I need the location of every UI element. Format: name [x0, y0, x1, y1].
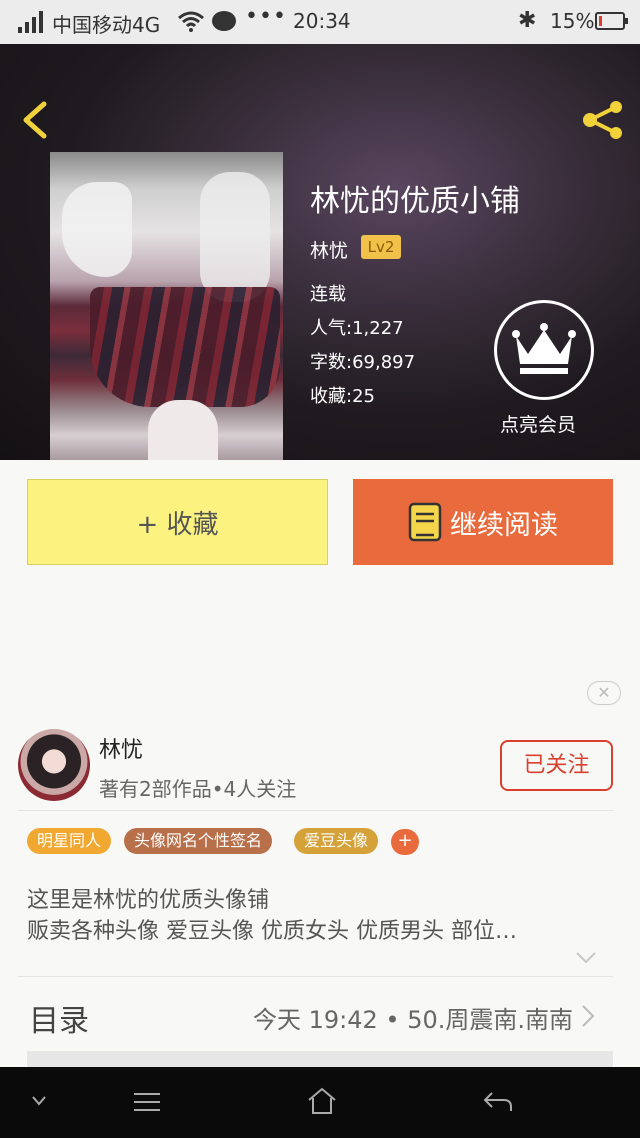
description-line-1: 这里是林忧的优质头像铺 [27, 888, 270, 913]
vip-crown-button[interactable] [494, 300, 594, 400]
follow-button[interactable]: 已关注 [500, 740, 613, 791]
vip-label[interactable]: 点亮会员 [500, 410, 576, 437]
favorites-label: 收藏: [310, 386, 353, 407]
divider [18, 810, 613, 811]
chevron-right-icon[interactable] [580, 1004, 596, 1028]
back-arrow-icon[interactable] [18, 100, 50, 140]
bluetooth-icon: ✱ [518, 8, 537, 33]
status-bar: 中国移动4G ••• 20:34 ✱ 15% [0, 0, 640, 44]
crown-icon [512, 323, 576, 374]
signal-icon [18, 11, 46, 33]
back-icon[interactable] [482, 1089, 514, 1115]
close-ad-button[interactable]: ✕ [587, 681, 621, 705]
book-cover-image[interactable] [50, 152, 283, 460]
chevron-down-icon[interactable] [575, 950, 597, 966]
word-count-label: 字数: [310, 352, 353, 373]
favorites-row: 收藏:25 [310, 382, 375, 408]
battery-level-fill [599, 16, 602, 26]
tag-chip[interactable]: 头像网名个性签名 [124, 828, 273, 854]
tag-chip[interactable]: 明星同人 [27, 828, 112, 854]
popularity-value: 1,227 [352, 318, 404, 339]
continue-reading-button[interactable]: 继续阅读 [353, 479, 613, 565]
next-section-strip [27, 1051, 613, 1067]
author-stats: 著有2部作品•4人关注 [99, 777, 297, 801]
author-level-badge: Lv2 [361, 235, 401, 259]
more-notifications-icon: ••• [245, 4, 287, 29]
clock: 20:34 [293, 9, 351, 33]
book-icon [408, 502, 442, 542]
carrier-label: 中国移动4G [52, 13, 161, 37]
description-line-2: 贩卖各种头像 爱豆头像 优质女头 优质男头 部位… [27, 919, 517, 944]
divider [18, 976, 613, 977]
book-author[interactable]: 林忧 [310, 236, 348, 263]
catalog-label[interactable]: 目录 [29, 996, 89, 1040]
battery-icon [595, 12, 628, 30]
share-icon[interactable] [580, 100, 626, 140]
popularity-row: 人气:1,227 [310, 314, 404, 340]
author-name[interactable]: 林忧 [99, 732, 143, 764]
favorites-value: 25 [352, 386, 375, 407]
chevron-down-icon[interactable] [30, 1095, 48, 1107]
message-icon [212, 11, 236, 31]
add-to-favorites-button[interactable]: + 收藏 [27, 479, 328, 565]
book-header: 林忧的优质小铺 林忧 Lv2 连载 人气:1,227 字数:69,897 收藏:… [0, 44, 640, 460]
word-count-row: 字数:69,897 [310, 348, 415, 374]
wifi-icon [178, 11, 204, 32]
continue-reading-label: 继续阅读 [450, 509, 558, 541]
menu-icon[interactable] [132, 1090, 162, 1114]
add-tag-button[interactable]: + [391, 829, 419, 855]
popularity-label: 人气: [310, 318, 353, 339]
tag-chip[interactable]: 爱豆头像 [294, 828, 379, 854]
battery-percent: 15% [550, 9, 595, 33]
latest-chapter[interactable]: 今天 19:42 • 50.周震南.南南 [253, 1000, 573, 1035]
book-title: 林忧的优质小铺 [310, 184, 520, 219]
word-count-value: 69,897 [352, 352, 416, 373]
book-status: 连载 [310, 284, 346, 305]
home-icon[interactable] [306, 1086, 338, 1116]
author-avatar[interactable] [18, 729, 90, 801]
